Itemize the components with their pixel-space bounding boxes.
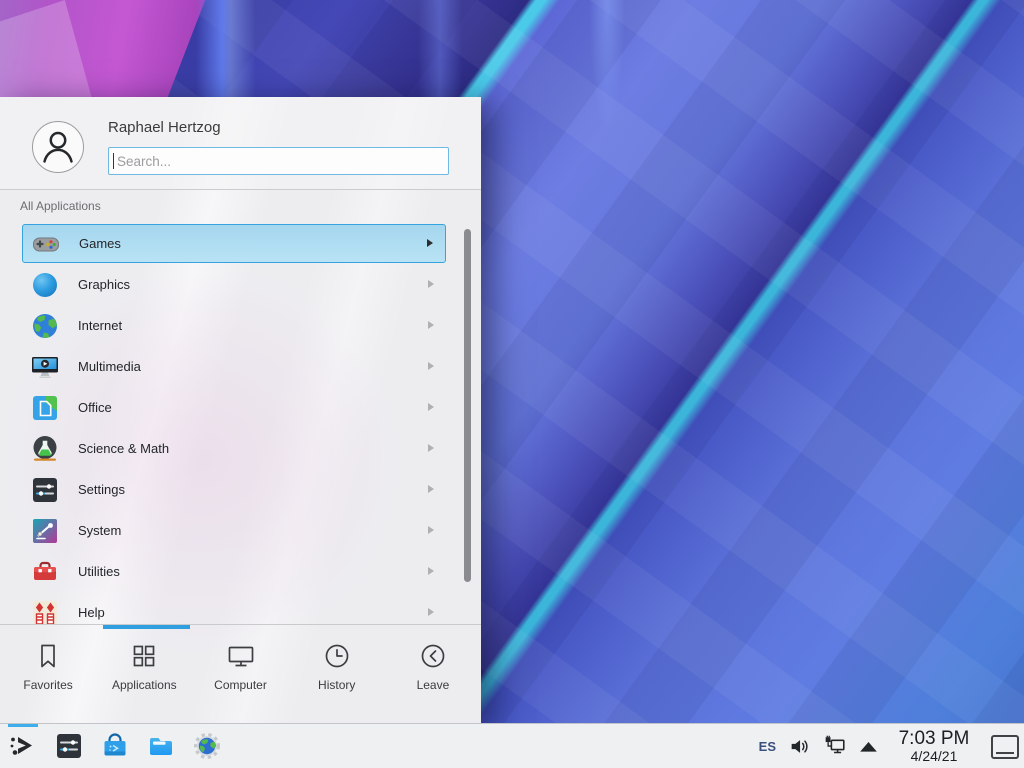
globe-icon	[30, 311, 60, 341]
bookmark-icon	[33, 641, 63, 671]
submenu-arrow-icon	[428, 567, 434, 575]
wired-network-icon	[823, 735, 846, 758]
clock-time: 7:03 PM	[891, 729, 977, 749]
lifebuoy-icon	[30, 598, 60, 625]
submenu-arrow-icon	[428, 444, 434, 452]
caret-up-icon	[857, 735, 880, 758]
keyboard-layout-indicator[interactable]: ES	[759, 739, 776, 754]
gamepad-icon	[31, 229, 61, 259]
category-item-settings[interactable]: Settings	[22, 470, 446, 509]
clock-date: 4/24/21	[891, 749, 977, 764]
category-item-system[interactable]: System	[22, 511, 446, 550]
system-sliders-icon	[30, 516, 60, 546]
tab-applications[interactable]: Applications	[96, 631, 192, 705]
digital-clock[interactable]: 7:03 PM 4/24/21	[891, 729, 977, 764]
application-launcher-popup: Raphael Hertzog All Applications Games	[0, 97, 481, 723]
category-label: Utilities	[78, 564, 120, 579]
launcher-header: Raphael Hertzog	[0, 97, 481, 190]
submenu-arrow-icon	[428, 608, 434, 616]
application-launcher-button[interactable]	[2, 724, 44, 768]
category-label: Multimedia	[78, 359, 141, 374]
monitor-play-icon	[30, 352, 60, 382]
folder-icon	[146, 731, 176, 761]
discover-button[interactable]	[94, 724, 136, 768]
submenu-arrow-icon	[428, 485, 434, 493]
search-input[interactable]	[108, 147, 449, 175]
tabbar-divider	[0, 624, 481, 625]
submenu-arrow-icon	[427, 239, 433, 247]
category-item-help[interactable]: Help	[22, 593, 446, 624]
system-tray: ES 7:03 PM 4/24/21	[759, 724, 1024, 768]
category-item-utilities[interactable]: Utilities	[22, 552, 446, 591]
sliders-icon	[30, 475, 60, 505]
wallpaper-gloss-band	[418, 0, 462, 98]
taskbar-panel: ES 7:03 PM 4/24/21	[0, 723, 1024, 768]
grid-icon	[129, 641, 159, 671]
category-label: Internet	[78, 318, 122, 333]
scrollbar-thumb[interactable]	[464, 229, 471, 582]
category-list: Games Graphics Internet	[0, 224, 481, 624]
person-icon	[33, 121, 83, 173]
category-label: System	[78, 523, 121, 538]
category-label: Settings	[78, 482, 125, 497]
category-item-office[interactable]: Office	[22, 388, 446, 427]
tab-label: Favorites	[23, 678, 72, 692]
active-task-indicator	[8, 724, 38, 727]
tab-label: Computer	[214, 678, 267, 692]
clock-icon	[322, 641, 352, 671]
settings-icon	[54, 731, 84, 761]
category-item-games[interactable]: Games	[22, 224, 446, 263]
user-name: Raphael Hertzog	[108, 119, 221, 136]
computer-icon	[226, 641, 256, 671]
discover-bag-icon	[100, 731, 130, 761]
category-item-science-math[interactable]: Science & Math	[22, 429, 446, 468]
category-label: Games	[79, 236, 121, 251]
flask-icon	[30, 434, 60, 464]
globe-gear-icon	[192, 731, 222, 761]
toolbox-icon	[30, 557, 60, 587]
speaker-icon	[789, 735, 812, 758]
active-tab-underline	[103, 625, 190, 629]
category-label: Help	[78, 605, 105, 620]
tab-label: Applications	[112, 678, 177, 692]
tab-history[interactable]: History	[289, 631, 385, 705]
category-label: Office	[78, 400, 112, 415]
sphere-icon	[30, 270, 60, 300]
tab-computer[interactable]: Computer	[192, 631, 288, 705]
submenu-arrow-icon	[428, 321, 434, 329]
show-desktop-button[interactable]	[991, 735, 1019, 759]
tab-label: History	[318, 678, 355, 692]
category-item-multimedia[interactable]: Multimedia	[22, 347, 446, 386]
submenu-arrow-icon	[428, 362, 434, 370]
leave-circle-icon	[418, 641, 448, 671]
document-icon	[30, 393, 60, 423]
tab-favorites[interactable]: Favorites	[0, 631, 96, 705]
category-item-internet[interactable]: Internet	[22, 306, 446, 345]
submenu-arrow-icon	[428, 280, 434, 288]
wallpaper-gloss-band	[196, 0, 258, 98]
kickoff-icon	[8, 731, 38, 761]
tab-label: Leave	[417, 678, 450, 692]
launcher-tab-bar: Favorites Applications Computer History	[0, 631, 481, 705]
category-label: Graphics	[78, 277, 130, 292]
submenu-arrow-icon	[428, 526, 434, 534]
submenu-arrow-icon	[428, 403, 434, 411]
file-manager-button[interactable]	[140, 724, 182, 768]
section-label: All Applications	[20, 199, 101, 213]
tray-expander-button[interactable]	[857, 735, 880, 758]
user-avatar[interactable]	[32, 121, 84, 173]
tab-leave[interactable]: Leave	[385, 631, 481, 705]
volume-button[interactable]	[789, 735, 812, 758]
wallpaper-gloss-band	[583, 0, 631, 175]
category-label: Science & Math	[78, 441, 169, 456]
web-browser-button[interactable]	[186, 724, 228, 768]
system-settings-button[interactable]	[48, 724, 90, 768]
network-button[interactable]	[823, 735, 846, 758]
category-item-graphics[interactable]: Graphics	[22, 265, 446, 304]
text-caret	[113, 153, 114, 169]
